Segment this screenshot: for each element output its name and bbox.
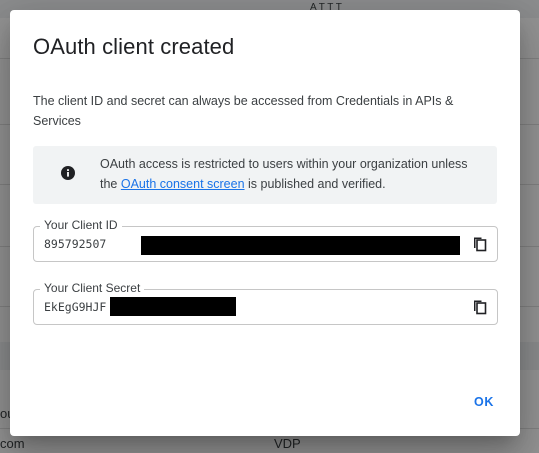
- redaction-bar: [141, 236, 460, 255]
- copy-client-secret-button[interactable]: [471, 298, 489, 316]
- client-secret-value: EkEgG9HJF: [44, 300, 107, 314]
- dialog-title: OAuth client created: [33, 34, 235, 59]
- client-id-field[interactable]: Your Client ID 895792507: [33, 218, 498, 262]
- client-id-value: 895792507: [44, 237, 107, 251]
- org-restriction-notice: OAuth access is restricted to users with…: [33, 146, 497, 204]
- notice-message: OAuth access is restricted to users with…: [100, 154, 485, 194]
- dialog-description: The client ID and secret can always be a…: [33, 94, 454, 128]
- info-icon: [61, 166, 75, 180]
- copy-icon: [474, 237, 487, 252]
- notice-text-after: is published and verified.: [244, 177, 386, 191]
- client-secret-field[interactable]: Your Client Secret EkEgG9HJF: [33, 281, 498, 325]
- oauth-client-created-dialog: OAuth client created The client ID and s…: [10, 10, 520, 436]
- redaction-bar: [110, 297, 236, 316]
- client-secret-label: Your Client Secret: [40, 281, 145, 295]
- copy-client-id-button[interactable]: [471, 235, 489, 253]
- copy-icon: [474, 300, 487, 315]
- client-id-label: Your Client ID: [40, 218, 122, 232]
- ok-button[interactable]: OK: [474, 395, 494, 409]
- oauth-consent-screen-link[interactable]: OAuth consent screen: [121, 177, 245, 191]
